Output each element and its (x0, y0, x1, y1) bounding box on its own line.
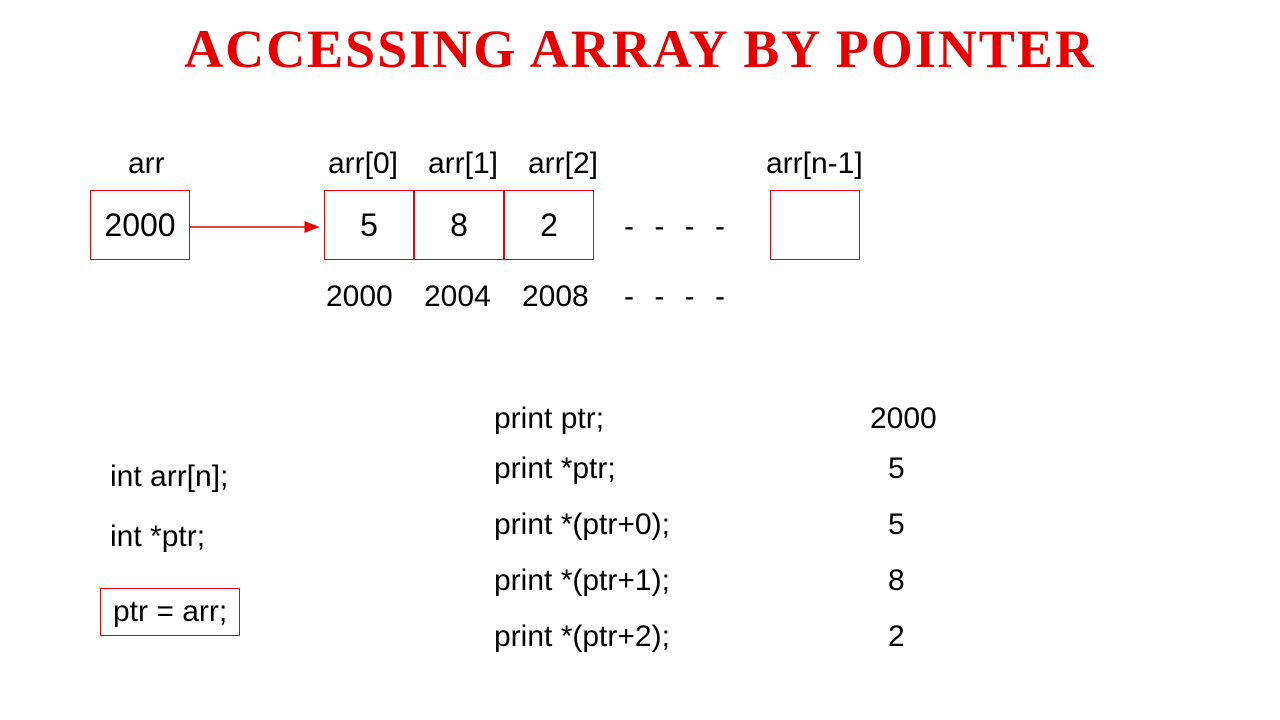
print-stmt-1: print *ptr; (494, 452, 616, 486)
cell-label-last: arr[n-1] (766, 147, 863, 181)
code-decl-array: int arr[n]; (110, 460, 228, 494)
cell-addr-1: 2004 (424, 280, 491, 314)
print-stmt-2: print *(ptr+0); (494, 508, 670, 542)
cell-value-2: 2 (540, 207, 558, 244)
pointer-arrow (190, 224, 324, 234)
cell-value-1: 8 (450, 207, 468, 244)
print-val-4: 2 (888, 620, 905, 654)
arr-label: arr (128, 147, 165, 181)
cell-box-last (770, 190, 860, 260)
cell-label-2: arr[2] (528, 147, 598, 181)
code-assign-box: ptr = arr; (100, 588, 240, 636)
dashes-top: - - - - (624, 210, 731, 244)
cell-addr-2: 2008 (522, 280, 589, 314)
print-val-1: 5 (888, 452, 905, 486)
print-val-3: 8 (888, 564, 905, 598)
arr-pointer-value: 2000 (104, 207, 175, 244)
print-val-2: 5 (888, 508, 905, 542)
cell-box-1: 8 (414, 190, 504, 260)
code-assign: ptr = arr; (113, 595, 227, 628)
cell-label-1: arr[1] (428, 147, 498, 181)
cell-label-0: arr[0] (328, 147, 398, 181)
cell-addr-0: 2000 (326, 280, 393, 314)
code-decl-ptr: int *ptr; (110, 520, 205, 554)
arr-pointer-box: 2000 (90, 190, 190, 260)
cell-box-0: 5 (324, 190, 414, 260)
cell-box-2: 2 (504, 190, 594, 260)
page-title: ACCESSING ARRAY BY POINTER (0, 18, 1280, 80)
dashes-bottom: - - - - (624, 280, 731, 314)
print-stmt-3: print *(ptr+1); (494, 564, 670, 598)
cell-value-0: 5 (360, 207, 378, 244)
print-val-0: 2000 (870, 402, 937, 436)
print-stmt-0: print ptr; (494, 402, 604, 436)
print-stmt-4: print *(ptr+2); (494, 620, 670, 654)
